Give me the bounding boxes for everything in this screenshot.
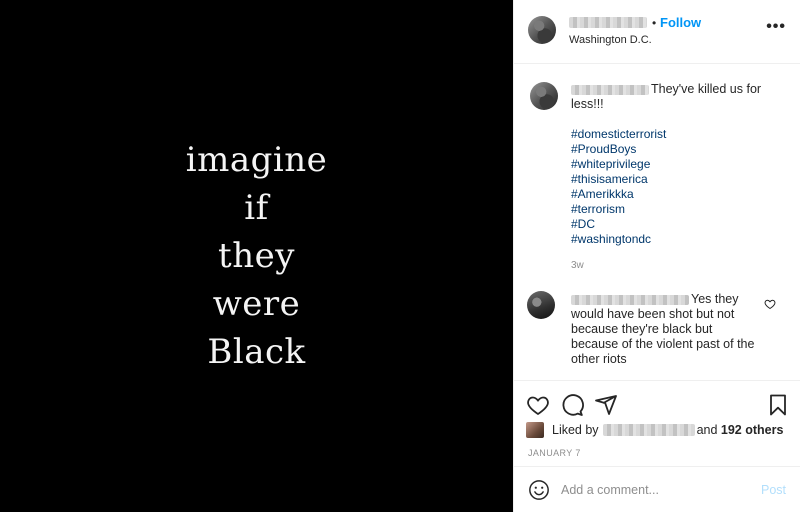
hashtag-link[interactable]: #whiteprivilege: [571, 157, 666, 172]
image-line: they: [218, 236, 295, 276]
hashtag-link[interactable]: #ProudBoys: [571, 142, 666, 157]
comment-like-heart-icon[interactable]: [764, 298, 776, 310]
liker-username-blurred[interactable]: [602, 424, 695, 436]
post-image: imagine if they were Black: [0, 0, 513, 512]
comment: Yes they would have been shot but not be…: [571, 292, 761, 367]
author-username-blurred[interactable]: [569, 17, 647, 28]
post-image-text: imagine if they were Black: [186, 136, 328, 376]
author-avatar[interactable]: [528, 16, 556, 44]
likes-prefix: Liked by: [552, 423, 599, 437]
follow-separator: •: [652, 16, 657, 30]
image-line: were: [212, 284, 301, 324]
location-link[interactable]: Washington D.C.: [569, 34, 652, 46]
caption-username-blurred[interactable]: [571, 84, 649, 95]
more-options-icon[interactable]: •••: [766, 18, 786, 36]
image-line: if: [244, 188, 269, 228]
image-line: imagine: [185, 140, 328, 180]
emoji-icon[interactable]: [528, 479, 550, 501]
hashtag-link[interactable]: #washingtondc: [571, 232, 666, 247]
liker-avatar[interactable]: [526, 422, 544, 438]
likes-conjunction: and: [696, 423, 718, 437]
hashtag-list: #domesticterrorist #ProudBoys #whitepriv…: [571, 127, 666, 247]
commenter-avatar[interactable]: [527, 291, 555, 319]
likes-summary: Liked by and 192 others: [526, 422, 783, 438]
hashtag-link[interactable]: #Amerikkka: [571, 187, 666, 202]
hashtag-link[interactable]: #DC: [571, 217, 666, 232]
comments-section: They've killed us for less!!! #domestict…: [514, 65, 800, 380]
caption-timestamp[interactable]: 3w: [571, 260, 584, 271]
like-heart-icon[interactable]: [526, 393, 550, 417]
share-paper-plane-icon[interactable]: [594, 393, 618, 417]
save-bookmark-icon[interactable]: [766, 393, 790, 417]
hashtag-link[interactable]: #thisisamerica: [571, 172, 666, 187]
post-sidebar: • Follow Washington D.C. ••• They've kil…: [513, 0, 800, 512]
add-comment-bar: Post: [514, 466, 800, 512]
hashtag-link[interactable]: #domesticterrorist: [571, 127, 666, 142]
comment-input[interactable]: [561, 479, 751, 501]
post-date[interactable]: JANUARY 7: [528, 448, 581, 458]
comment-bubble-icon[interactable]: [560, 393, 584, 417]
commenter-username-blurred[interactable]: [571, 294, 689, 305]
follow-button[interactable]: Follow: [660, 15, 701, 30]
caption: They've killed us for less!!!: [571, 82, 771, 112]
caption-author-avatar[interactable]: [530, 82, 558, 110]
hashtag-link[interactable]: #terrorism: [571, 202, 666, 217]
post-header: • Follow Washington D.C. •••: [514, 0, 800, 64]
likes-others-link[interactable]: 192 others: [721, 423, 784, 437]
image-line: Black: [207, 332, 306, 372]
post-comment-button[interactable]: Post: [761, 483, 786, 497]
post-actions: Liked by and 192 others JANUARY 7: [514, 380, 800, 480]
